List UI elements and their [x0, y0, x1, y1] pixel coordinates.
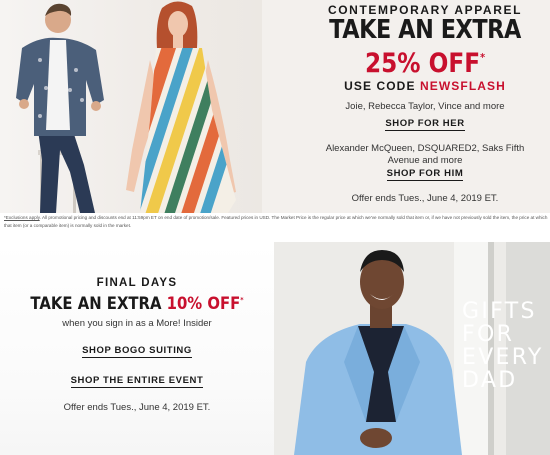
headline-lead: TAKE AN EXTRA	[30, 294, 167, 313]
shop-for-him-link[interactable]: SHOP FOR HIM	[386, 168, 464, 181]
gifts-line-2: FOR	[462, 322, 515, 347]
shop-bogo-suiting-row: SHOP BOGO SUITING	[0, 345, 274, 358]
promo-code-line: USE CODE NEWSFLASH	[300, 79, 550, 93]
insider-signin-text: when you sign in as a More! Insider	[62, 318, 212, 329]
offer-ends-text: Offer ends Tues., June 4, 2019 ET.	[351, 193, 499, 204]
fine-print-text: . All promotional pricing and discounts …	[4, 215, 548, 228]
gifts-for-every-dad-text: GIFTS FOR EVERY DAD	[462, 300, 550, 392]
promo-headline: TAKE AN EXTRA	[329, 15, 521, 45]
discount-asterisk: *	[480, 51, 486, 64]
shop-for-her-link[interactable]: SHOP FOR HER	[385, 118, 465, 131]
shop-for-her-link-row: SHOP FOR HER	[300, 118, 550, 131]
shop-entire-event-row: SHOP THE ENTIRE EVENT	[0, 375, 274, 388]
exclusions-link[interactable]: *Exclusions apply	[4, 215, 40, 220]
promo-code-prefix: USE CODE	[344, 79, 420, 93]
headline-percent: 10% OFF	[166, 294, 241, 313]
offer-ends-text: Offer ends Tues., June 4, 2019 ET.	[63, 402, 211, 413]
legal-fine-print: *Exclusions apply. All promotional prici…	[4, 214, 550, 230]
brands-her-text: Joie, Rebecca Taylor, Vince and more	[345, 101, 505, 112]
discount-headline: 25% OFF*	[318, 48, 533, 79]
final-days-heading: FINAL DAYS	[96, 277, 178, 289]
discount-value: 25% OFF	[364, 48, 481, 79]
headline-asterisk: *	[240, 296, 244, 304]
models-photo	[0, 0, 262, 213]
brands-him-text: Alexander McQueen, DSQUARED2, Saks Fifth…	[325, 143, 525, 166]
fathers-day-banner[interactable]: FINAL DAYS TAKE AN EXTRA 10% OFF* when y…	[0, 242, 550, 455]
shop-for-him-link-row: SHOP FOR HIM	[300, 168, 550, 181]
promo-code: NEWSFLASH	[420, 79, 506, 93]
man-photo: GIFTS FOR EVERY DAD	[274, 242, 550, 455]
gifts-line-1: GIFTS	[462, 299, 537, 324]
promo-copy: CONTEMPORARY APPAREL TAKE AN EXTRA 25% O…	[300, 0, 550, 213]
extra-off-headline: TAKE AN EXTRA 10% OFF*	[14, 294, 261, 313]
contemporary-apparel-banner[interactable]: CONTEMPORARY APPAREL TAKE AN EXTRA 25% O…	[0, 0, 550, 213]
shop-bogo-suiting-link[interactable]: SHOP BOGO SUITING	[82, 345, 192, 358]
models-illustration	[16, 1, 236, 213]
final-days-copy: FINAL DAYS TAKE AN EXTRA 10% OFF* when y…	[0, 242, 274, 455]
shop-entire-event-link[interactable]: SHOP THE ENTIRE EVENT	[70, 375, 204, 388]
gifts-line-4: DAD	[462, 368, 518, 393]
gifts-line-3: EVERY	[462, 345, 544, 370]
